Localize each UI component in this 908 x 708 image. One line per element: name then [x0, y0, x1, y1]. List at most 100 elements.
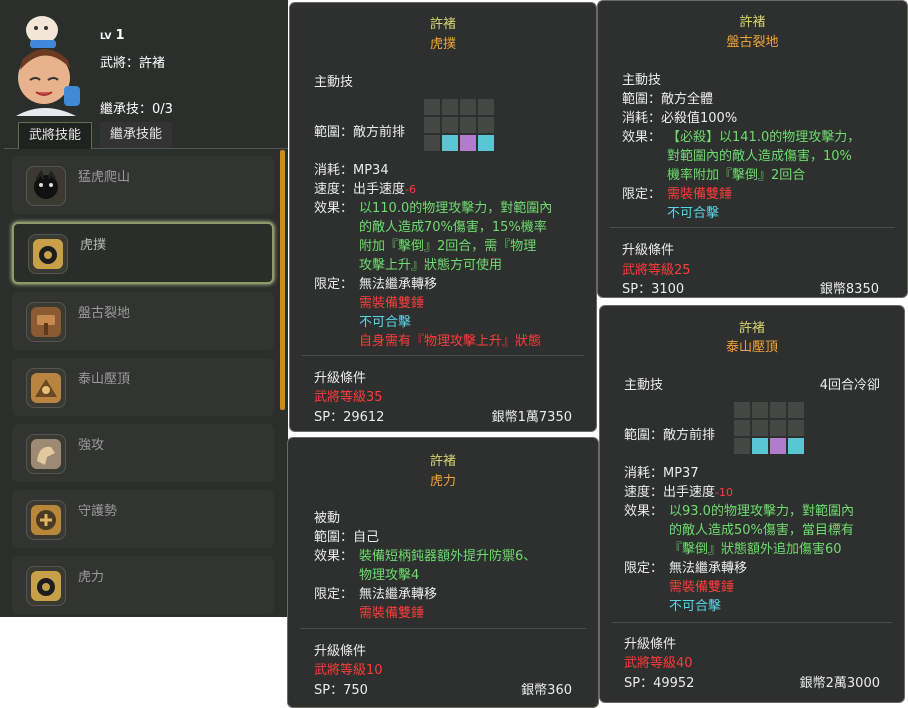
tooltip-taishan: 許褚 泰山壓頂 主動技 4回合冷卻 範圍：敵方前排 消耗：MP37 速度：出手速…: [599, 305, 905, 703]
skill-item-qianggong[interactable]: 強攻: [12, 424, 274, 482]
monster-icon: [26, 166, 66, 206]
speed-value: -6: [405, 183, 416, 196]
effect-text: 的敵人造成50%傷害，當目標有: [669, 523, 854, 538]
limit-text: 無法繼承轉移: [359, 277, 438, 292]
skill-type: 被動: [314, 511, 341, 526]
effect-text: 機率附加『擊倒』2回合: [667, 168, 806, 183]
character-header: LV 1 武將：許褚 繼承技：0/3: [0, 0, 288, 118]
effect-text: 裝備短柄鈍器額外提升防禦6、: [359, 549, 537, 564]
limit-text: 不可合擊: [667, 206, 720, 221]
skill-speed: 速度：出手速度-6: [314, 178, 416, 197]
skill-label: 虎撲: [80, 238, 107, 253]
effect-label: 效果：: [314, 201, 354, 216]
silver-cost: 銀幣1萬7350: [491, 410, 572, 425]
skill-label: 守護勢: [78, 504, 118, 519]
effect-text: 以93.0的物理攻擊力，對範圍內: [669, 504, 854, 519]
hammer-icon: [26, 302, 66, 342]
limit-label: 限定：: [314, 277, 354, 292]
limit-text: 需裝備雙錘: [667, 187, 733, 202]
limit-text: 無法繼承轉移: [359, 587, 438, 602]
skill-item-taishan[interactable]: 泰山壓頂: [12, 358, 274, 416]
level-value: 1: [115, 28, 125, 43]
skill-type: 主動技: [624, 378, 664, 393]
tooltip-general-name: 許褚: [429, 17, 456, 32]
effect-label: 效果：: [622, 130, 662, 145]
tooltip-skill-name: 盤古裂地: [726, 35, 779, 50]
sp-cost: SP：3100: [622, 282, 685, 297]
tooltip-hupu: 許褚 虎撲 主動技 範圍：敵方前排 消耗：MP34 速度：出手速度-6 效果： …: [289, 2, 597, 432]
skill-label: 猛虎爬山: [78, 170, 131, 185]
limit-text: 需裝備雙錘: [669, 580, 735, 595]
tooltip-huli: 許褚 虎力 被動 範圍：自己 效果： 裝備短柄鈍器額外提升防禦6、 物理攻擊4 …: [287, 437, 599, 708]
skill-list: 猛虎爬山 虎撲 盤古裂地 泰山壓頂 強攻 守護勢 虎力: [12, 156, 274, 622]
skill-item-huli[interactable]: 虎力: [12, 556, 274, 614]
tab-general-skills[interactable]: 武將技能: [18, 122, 93, 149]
upgrade-requirement: 武將等級10: [314, 663, 383, 678]
upgrade-label: 升級條件: [624, 637, 677, 652]
skill-range: 範圍：敵方前排: [624, 428, 716, 443]
tooltip-general-name: 許褚: [429, 454, 456, 469]
tooltip-skill-name: 虎撲: [429, 37, 456, 52]
tooltip-general-name: 許褚: [739, 15, 766, 30]
skill-cost: 消耗：MP34: [314, 163, 389, 178]
limit-label: 限定：: [622, 187, 662, 202]
effect-text: 附加『擊倒』2回合，需『物理: [359, 239, 537, 254]
silver-cost: 銀幣8350: [819, 282, 879, 297]
effect-label: 效果：: [624, 504, 664, 519]
tooltip-skill-name: 虎力: [429, 474, 456, 489]
limit-text: 需裝備雙錘: [359, 296, 425, 311]
sp-cost: SP：29612: [314, 410, 385, 425]
skill-range: 範圍：自己: [314, 530, 380, 545]
divider: [612, 622, 892, 623]
skill-cost: 消耗：必殺值100%: [622, 111, 738, 126]
inherit-count: 繼承技：0/3: [100, 102, 173, 117]
skill-cooldown: 4回合冷卻: [819, 378, 880, 393]
tooltip-pangu: 許褚 盤古裂地 主動技 範圍：敵方全體 消耗：必殺值100% 效果： 【必殺】以…: [597, 0, 908, 298]
limit-label: 限定：: [624, 561, 664, 576]
range-grid: [734, 402, 804, 454]
limit-text: 自身需有『物理攻擊上升』狀態: [359, 334, 542, 349]
skill-panel: LV 1 武將：許褚 繼承技：0/3 武將技能 繼承技能 猛虎爬山 虎撲 盤古裂地: [0, 0, 288, 617]
limit-text: 不可合擊: [359, 315, 412, 330]
effect-text: 對範圍內的敵人造成傷害，10%: [667, 149, 852, 164]
skill-item-hupu[interactable]: 虎撲: [12, 222, 274, 284]
skill-label: 強攻: [78, 438, 105, 453]
speed-value: -10: [715, 486, 733, 499]
limit-text: 需裝備雙錘: [359, 606, 425, 621]
skill-item-pangu[interactable]: 盤古裂地: [12, 292, 274, 350]
silver-cost: 銀幣360: [521, 683, 572, 698]
fist-icon: [26, 434, 66, 474]
effect-text: 『擊倒』狀態額外追加傷害60: [669, 542, 842, 557]
skill-label: 盤古裂地: [78, 306, 131, 321]
skill-cost: 消耗：MP37: [624, 466, 699, 481]
tooltip-general-name: 許褚: [738, 321, 765, 336]
effect-text: 的敵人造成70%傷害，15%機率: [359, 220, 547, 235]
silver-cost: 銀幣2萬3000: [799, 676, 880, 691]
speed-label: 速度：出手速度: [624, 485, 716, 500]
limit-text: 無法繼承轉移: [669, 561, 748, 576]
effect-text: 以110.0的物理攻擊力，對範圍內: [359, 201, 553, 216]
limit-label: 限定：: [314, 587, 354, 602]
scrollbar[interactable]: [280, 150, 285, 410]
skill-label: 泰山壓頂: [78, 372, 131, 387]
skill-label: 虎力: [78, 570, 105, 585]
skill-range: 範圍：敵方全體: [622, 92, 714, 107]
skill-range: 範圍：敵方前排: [314, 125, 406, 140]
upgrade-requirement: 武將等級40: [624, 656, 693, 671]
skill-speed: 速度：出手速度-10: [624, 481, 733, 500]
upgrade-label: 升級條件: [314, 371, 367, 386]
skill-item-shouhu[interactable]: 守護勢: [12, 490, 274, 548]
sp-cost: SP：49952: [624, 676, 695, 691]
tab-inherit-skills[interactable]: 繼承技能: [100, 122, 173, 148]
skill-item-menghu[interactable]: 猛虎爬山: [12, 156, 274, 214]
effect-text: 【必殺】以141.0的物理攻擊力，: [667, 130, 861, 145]
effect-text: 物理攻擊4: [359, 568, 420, 583]
general-name: 武將：許褚: [100, 56, 166, 71]
level-label: LV 1: [100, 28, 125, 43]
effect-text: 攻擊上升』狀態方可使用: [359, 258, 503, 273]
upgrade-label: 升級條件: [622, 243, 675, 258]
guard-icon: [26, 500, 66, 540]
upgrade-requirement: 武將等級35: [314, 390, 383, 405]
limit-text: 不可合擊: [669, 599, 722, 614]
speed-label: 速度：出手速度: [314, 182, 406, 197]
